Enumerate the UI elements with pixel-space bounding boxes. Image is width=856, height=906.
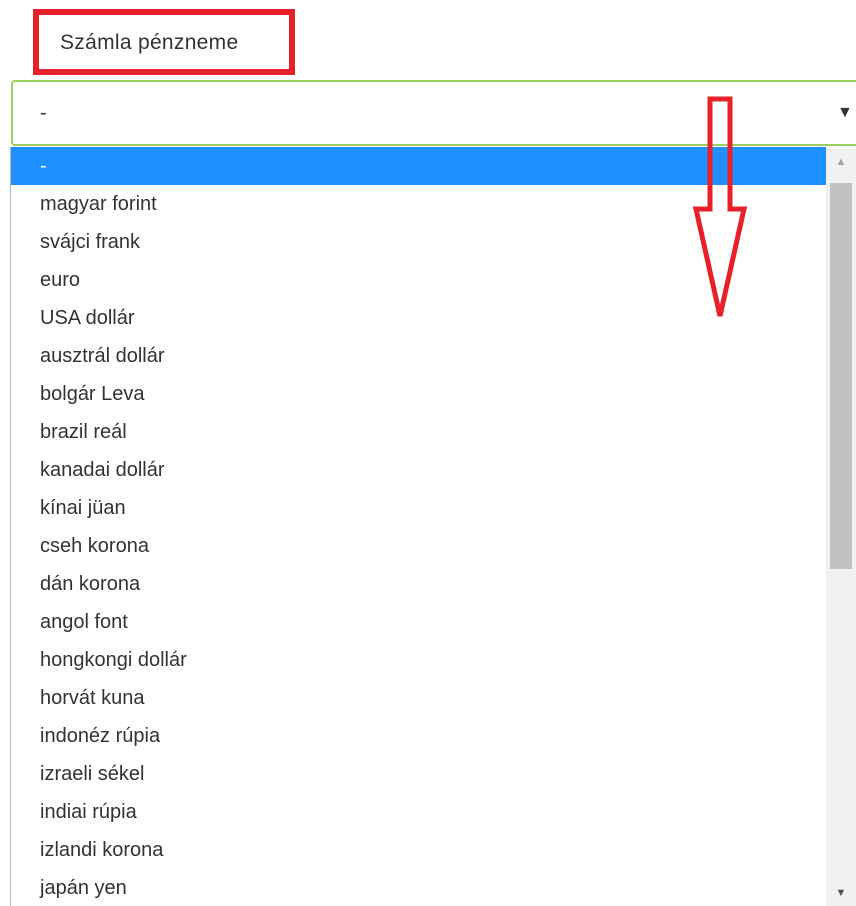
select-current-value: - [40,102,47,124]
dropdown-arrow-icon[interactable]: ▼ [837,103,853,123]
option-item[interactable]: kínai jüan [11,489,826,527]
option-item[interactable]: japán yen [11,869,826,906]
option-item[interactable]: ausztrál dollár [11,337,826,375]
option-item[interactable]: hongkongi dollár [11,641,826,679]
scrollbar-thumb[interactable] [830,183,852,569]
option-item[interactable]: angol font [11,603,826,641]
field-label: Számla pénzneme [60,31,239,54]
option-item[interactable]: kanadai dollár [11,451,826,489]
dropdown-scrollbar[interactable]: ▲ ▼ [826,149,856,906]
down-arrow-outline-icon [692,96,748,317]
option-item[interactable]: dán korona [11,565,826,603]
option-item[interactable]: izlandi korona [11,831,826,869]
option-item[interactable]: bolgár Leva [11,375,826,413]
currency-form: Számla pénzneme - ▼ - magyar forint sváj… [0,0,856,906]
option-item[interactable]: brazil reál [11,413,826,451]
option-item[interactable]: indiai rúpia [11,793,826,831]
option-item[interactable]: cseh korona [11,527,826,565]
option-item[interactable]: indonéz rúpia [11,717,826,755]
scroll-up-icon[interactable]: ▲ [826,149,856,175]
option-item[interactable]: izraeli sékel [11,755,826,793]
scroll-down-icon[interactable]: ▼ [826,880,856,906]
option-item[interactable]: horvát kuna [11,679,826,717]
